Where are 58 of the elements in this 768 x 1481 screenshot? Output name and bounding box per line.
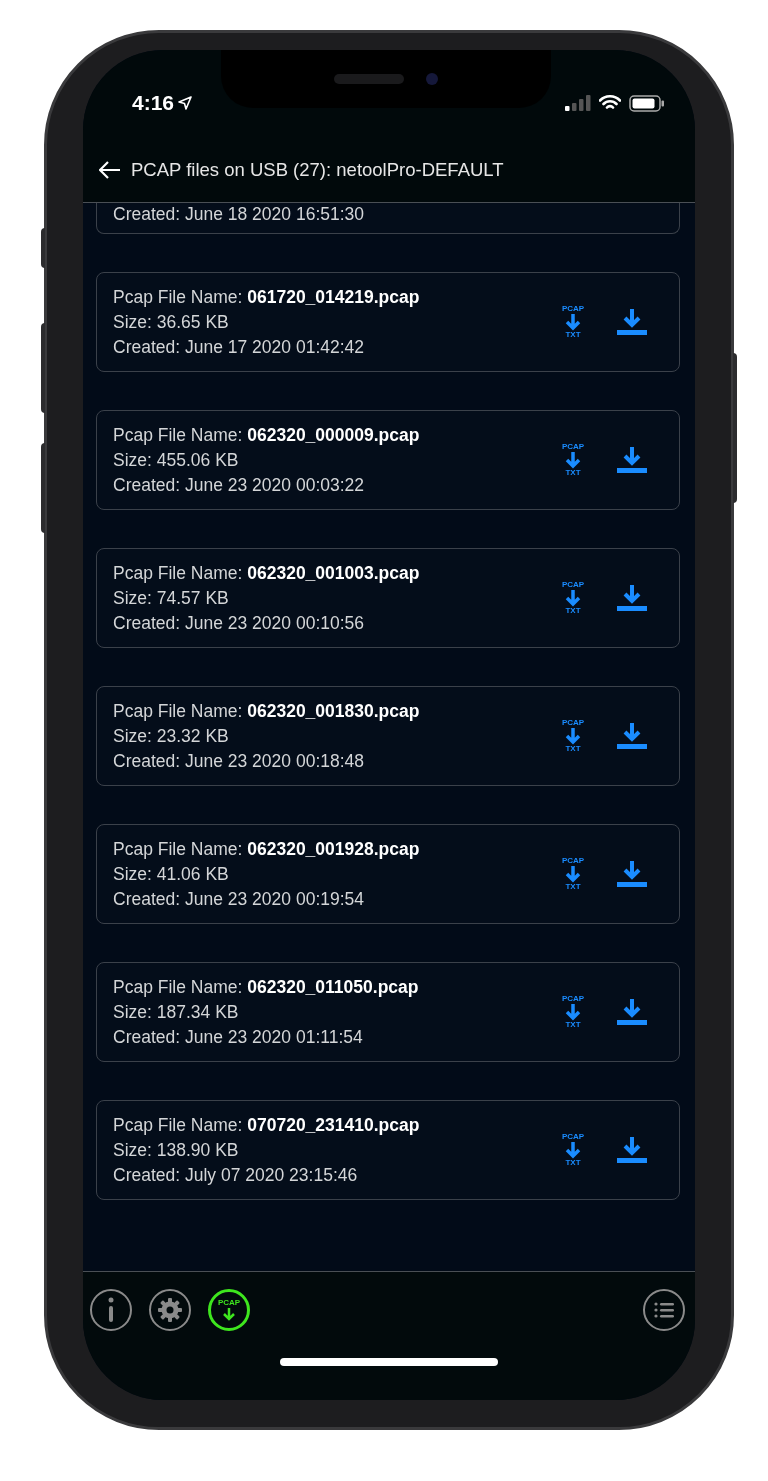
- file-created: Created: June 23 2020 00:10:56: [113, 611, 366, 635]
- convert-button[interactable]: PCAP TXT: [553, 1133, 593, 1167]
- file-created: Created: July 07 2020 23:15:46: [113, 1163, 359, 1187]
- file-size: Size: 36.65 KB: [113, 310, 230, 334]
- location-arrow-icon: [178, 96, 193, 110]
- file-name: Pcap File Name: 062320_001830.pcap: [113, 699, 421, 723]
- arrow-down-icon: [564, 313, 582, 331]
- convert-button[interactable]: PCAP TXT: [553, 581, 593, 615]
- download-icon: [617, 860, 647, 888]
- file-name: Pcap File Name: 062320_000009.pcap: [113, 423, 421, 447]
- arrow-down-icon: [564, 727, 582, 745]
- file-name: Pcap File Name: 062320_001928.pcap: [113, 837, 421, 861]
- download-icon: [617, 584, 647, 612]
- arrow-down-icon: [564, 1003, 582, 1021]
- battery-icon: [629, 94, 665, 112]
- download-icon: [617, 1136, 647, 1164]
- file-size: Size: 455.06 KB: [113, 448, 240, 472]
- file-size: Size: 187.34 KB: [113, 1000, 240, 1024]
- file-created: Created: June 23 2020 00:18:48: [113, 749, 366, 773]
- signal-icon: [565, 95, 591, 111]
- file-created: Created: June 23 2020 00:03:22: [113, 473, 366, 497]
- convert-button[interactable]: PCAP TXT: [553, 443, 593, 477]
- status-time: 4:16: [132, 90, 175, 117]
- arrow-down-icon: [564, 1141, 582, 1159]
- file-created: Created: June 23 2020 01:11:54: [113, 1025, 364, 1049]
- file-name: Pcap File Name: 070720_231410.pcap: [113, 1113, 421, 1137]
- arrow-down-icon: [564, 451, 582, 469]
- arrow-down-icon: [564, 589, 582, 607]
- wifi-icon: [599, 95, 621, 111]
- file-name: Pcap File Name: 062320_011050.pcap: [113, 975, 420, 999]
- download-icon: [617, 998, 647, 1026]
- file-created: Created: June 17 2020 01:42:42: [113, 335, 366, 359]
- download-icon: [617, 308, 647, 336]
- pcap-download-button[interactable]: PCAP: [208, 1289, 250, 1331]
- file-size: Size: 74.57 KB: [113, 586, 230, 610]
- file-created: Created: June 18 2020 16:51:30: [113, 203, 365, 225]
- convert-button[interactable]: PCAP TXT: [553, 305, 593, 339]
- list-button[interactable]: [643, 1289, 685, 1331]
- back-arrow-icon: [99, 161, 121, 179]
- settings-button[interactable]: [149, 1289, 191, 1331]
- convert-button[interactable]: PCAP TXT: [553, 857, 593, 891]
- info-icon: [107, 1297, 115, 1323]
- file-size: Size: 41.06 KB: [113, 862, 230, 886]
- download-icon: [617, 722, 647, 750]
- convert-button[interactable]: PCAP TXT: [553, 995, 593, 1029]
- file-size: Size: 23.32 KB: [113, 724, 230, 748]
- info-button[interactable]: [90, 1289, 132, 1331]
- list-icon: [654, 1302, 674, 1318]
- screen-title: PCAP files on USB (27): netoolPro-DEFAULT: [131, 158, 504, 183]
- file-name: Pcap File Name: 061720_014219.pcap: [113, 285, 421, 309]
- file-size: Size: 138.90 KB: [113, 1138, 240, 1162]
- convert-button[interactable]: PCAP TXT: [553, 719, 593, 753]
- download-icon: [617, 446, 647, 474]
- file-created: Created: June 23 2020 00:19:54: [113, 887, 366, 911]
- arrow-down-icon: [564, 865, 582, 883]
- arrow-down-icon: [222, 1307, 236, 1321]
- file-name: Pcap File Name: 062320_001003.pcap: [113, 561, 421, 585]
- gear-icon: [157, 1297, 183, 1323]
